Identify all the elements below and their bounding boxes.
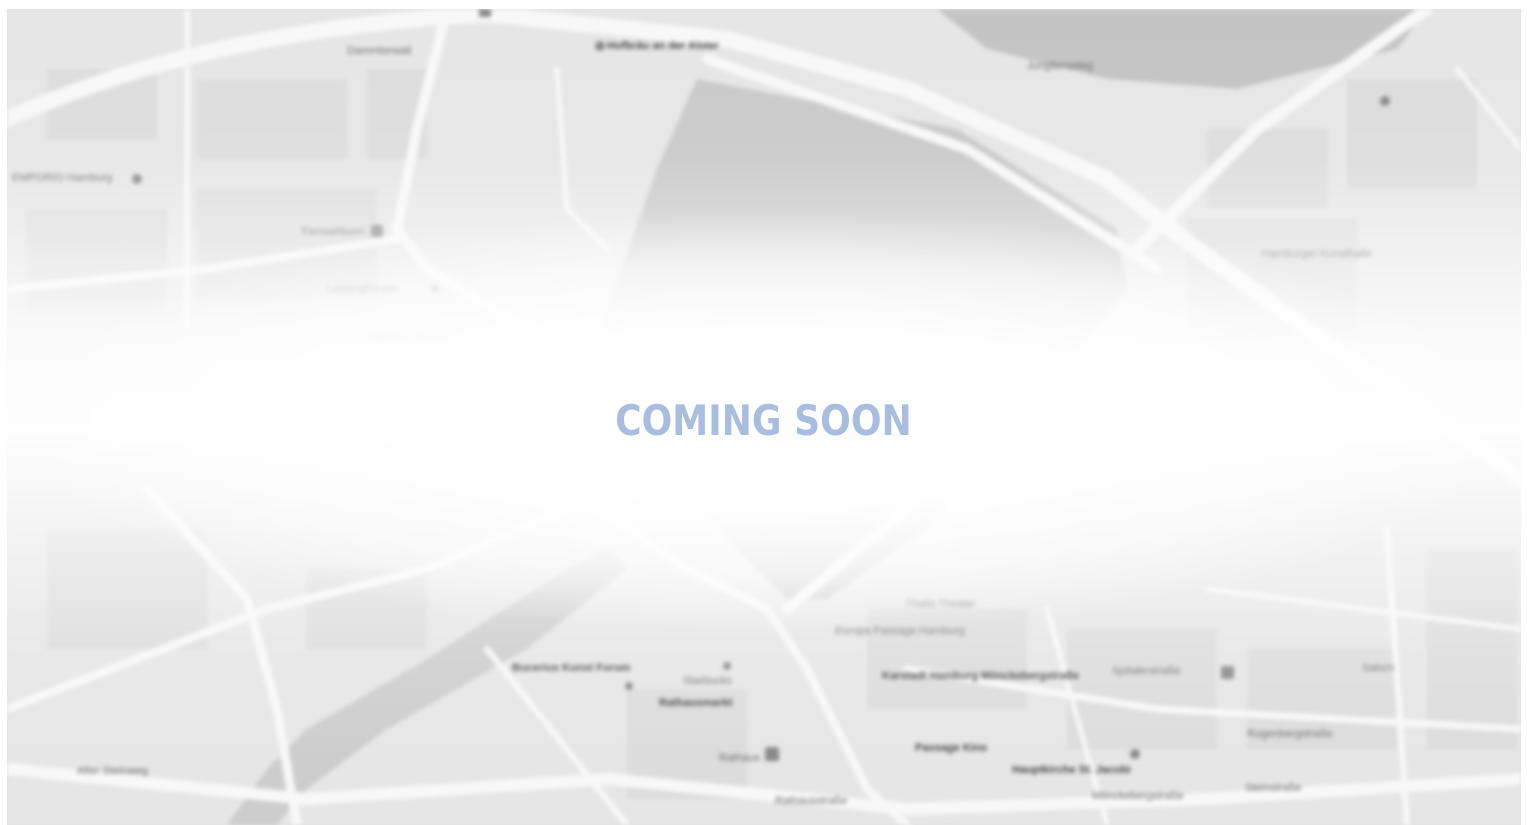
transit-station-icon — [479, 9, 491, 17]
transit-station-icon — [765, 747, 779, 761]
map-label: Hauptkirche St. Jacobi — [1012, 764, 1131, 776]
map-label: Karstadt Hamburg Mönckebergstraße — [882, 670, 1079, 682]
map-label: Rugenbergstraße — [1247, 728, 1333, 740]
map-label: EMPORIO Hamburg — [12, 172, 112, 184]
poi-marker-icon — [723, 662, 731, 670]
poi-marker-icon — [132, 174, 142, 184]
map-label: Rathausstraße — [775, 795, 847, 807]
map-label: Starbucks — [683, 675, 732, 687]
map-label: Mönckebergstraße — [1092, 790, 1184, 802]
transit-station-icon — [371, 225, 383, 237]
transit-station-icon — [1221, 666, 1234, 679]
map-label: Hamburger Kunsthalle — [1262, 248, 1371, 260]
map-label: Fernsehturm — [302, 226, 364, 238]
poi-marker-icon — [625, 682, 633, 690]
map-label: Rathaus — [719, 752, 760, 764]
map-label: Bucerius Kunst Forum — [512, 662, 631, 674]
map-label: Rathausmarkt — [659, 697, 733, 709]
page: Hofbräu an der Alster EMPORIO Hamburg Fe… — [0, 0, 1527, 825]
map-label: Dammtorwall — [347, 45, 411, 57]
map-label: Hamburg Messe — [367, 333, 448, 345]
map-label: Europa Passage Hamburg — [835, 625, 965, 637]
coming-soon-heading: COMING SOON — [615, 396, 912, 445]
map-label: Passage Kino — [915, 742, 987, 754]
map-label: Alter Steinweg — [77, 765, 148, 777]
map-label: Steinstraße — [1245, 782, 1301, 794]
map-label: Saturn — [1362, 662, 1394, 674]
map-label: Spitalerstraße — [1112, 665, 1180, 677]
poi-marker-icon — [431, 285, 439, 293]
map-label: Jungfernstieg — [1027, 60, 1093, 72]
poi-marker-icon — [1380, 96, 1390, 106]
map-label: Thalia Theater — [905, 598, 976, 610]
map-label: Lessingtheater — [327, 283, 399, 295]
poi-marker-icon — [595, 41, 605, 51]
map-label: Hofbräu an der Alster — [607, 40, 720, 52]
poi-marker-icon — [1130, 749, 1140, 759]
